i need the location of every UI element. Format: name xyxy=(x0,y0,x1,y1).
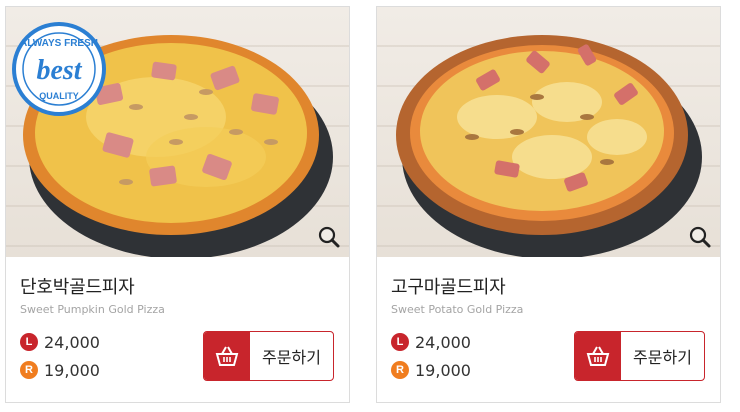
best-badge: ALWAYS FRESH best QUALITY xyxy=(12,22,106,116)
order-button-label: 주문하기 xyxy=(633,348,692,367)
badge-main-text: best xyxy=(36,55,82,86)
price-large: L 24,000 xyxy=(20,331,100,353)
pizza-image xyxy=(396,35,702,257)
size-large-badge: L xyxy=(391,333,409,351)
price-large-value: 24,000 xyxy=(415,332,471,352)
magnifier-icon[interactable] xyxy=(317,225,341,249)
product-english-name: Sweet Potato Gold Pizza xyxy=(391,303,524,316)
magnifier-icon[interactable] xyxy=(688,225,712,249)
order-button-label: 주문하기 xyxy=(262,348,321,367)
price-large-value: 24,000 xyxy=(44,332,100,352)
size-regular-badge: R xyxy=(20,361,38,379)
badge-top-text: ALWAYS FRESH xyxy=(20,38,98,49)
price-regular-value: 19,000 xyxy=(415,360,471,380)
price-large: L 24,000 xyxy=(391,331,471,353)
product-card-sweet-pumpkin: ALWAYS FRESH best QUALITY 단호박골드피자 Sweet … xyxy=(5,6,350,403)
product-image[interactable]: ALWAYS FRESH best QUALITY xyxy=(6,7,349,257)
order-button[interactable]: 주문하기 xyxy=(203,331,334,381)
price-regular: R 19,000 xyxy=(391,359,471,381)
order-button[interactable]: 주문하기 xyxy=(574,331,705,381)
product-card-sweet-potato: 고구마골드피자 Sweet Potato Gold Pizza L 24,000… xyxy=(376,6,721,403)
basket-icon xyxy=(575,332,621,380)
price-regular: R 19,000 xyxy=(20,359,100,381)
product-name: 고구마골드피자 xyxy=(391,277,506,298)
product-name: 단호박골드피자 xyxy=(20,277,135,298)
badge-bottom-text: QUALITY xyxy=(39,91,79,101)
size-regular-badge: R xyxy=(391,361,409,379)
price-regular-value: 19,000 xyxy=(44,360,100,380)
product-english-name: Sweet Pumpkin Gold Pizza xyxy=(20,303,165,316)
product-image[interactable] xyxy=(377,7,720,257)
size-large-badge: L xyxy=(20,333,38,351)
basket-icon xyxy=(204,332,250,380)
